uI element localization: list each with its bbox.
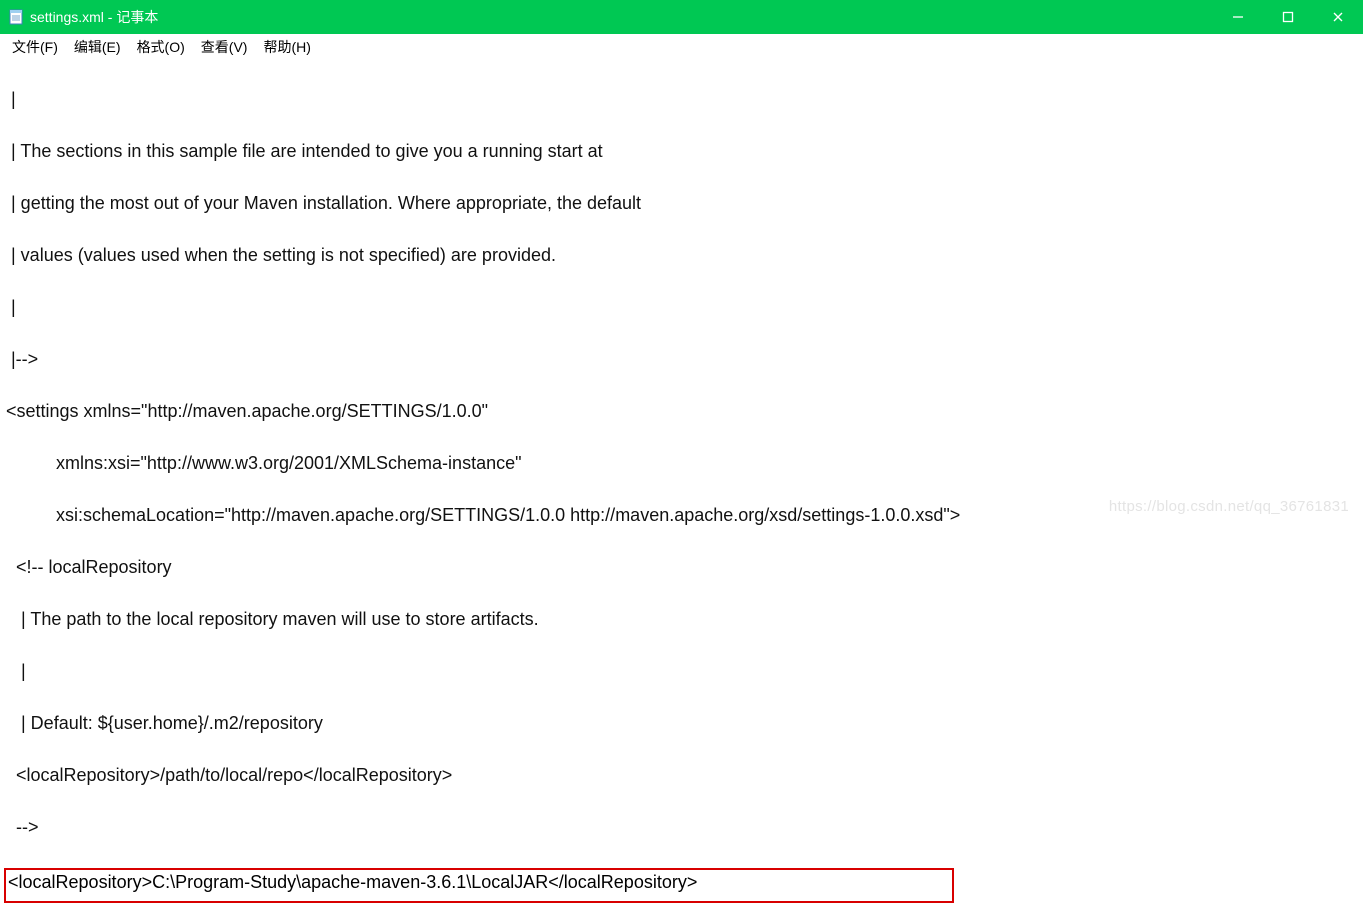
menu-file[interactable]: 文件(F) — [4, 35, 66, 59]
menubar: 文件(F) 编辑(E) 格式(O) 查看(V) 帮助(H) — [0, 34, 1363, 58]
text-line: | values (values used when the setting i… — [6, 242, 1357, 268]
highlight-annotation: <localRepository>C:\Program-Study\apache… — [4, 868, 954, 903]
text-line: | The sections in this sample file are i… — [6, 138, 1357, 164]
text-line: | — [6, 658, 1357, 684]
text-line: <!-- localRepository — [6, 554, 1357, 580]
text-line: | — [6, 86, 1357, 112]
text-line: xmlns:xsi="http://www.w3.org/2001/XMLSch… — [6, 450, 1357, 476]
menu-format[interactable]: 格式(O) — [129, 35, 193, 59]
text-line: | The path to the local repository maven… — [6, 606, 1357, 632]
text-line: |--> — [6, 346, 1357, 372]
notepad-icon — [8, 9, 24, 25]
text-line: | Default: ${user.home}/.m2/repository — [6, 710, 1357, 736]
menu-edit[interactable]: 编辑(E) — [66, 35, 129, 59]
window-titlebar: settings.xml - 记事本 — [0, 0, 1363, 34]
minimize-button[interactable] — [1213, 0, 1263, 34]
text-line: <settings xmlns="http://maven.apache.org… — [6, 398, 1357, 424]
close-button[interactable] — [1313, 0, 1363, 34]
menu-help[interactable]: 帮助(H) — [255, 35, 318, 59]
text-line: --> — [6, 814, 1357, 840]
menu-view[interactable]: 查看(V) — [193, 35, 256, 59]
window-controls — [1213, 0, 1363, 34]
text-line: <localRepository>/path/to/local/repo</lo… — [6, 762, 1357, 788]
watermark-text: https://blog.csdn.net/qq_36761831 — [1109, 498, 1349, 515]
text-line-highlighted: <localRepository>C:\Program-Study\apache… — [8, 872, 950, 893]
maximize-button[interactable] — [1263, 0, 1313, 34]
text-line: | getting the most out of your Maven ins… — [6, 190, 1357, 216]
window-title: settings.xml - 记事本 — [30, 7, 158, 27]
editor-content[interactable]: | | The sections in this sample file are… — [0, 58, 1363, 866]
text-line: | — [6, 294, 1357, 320]
